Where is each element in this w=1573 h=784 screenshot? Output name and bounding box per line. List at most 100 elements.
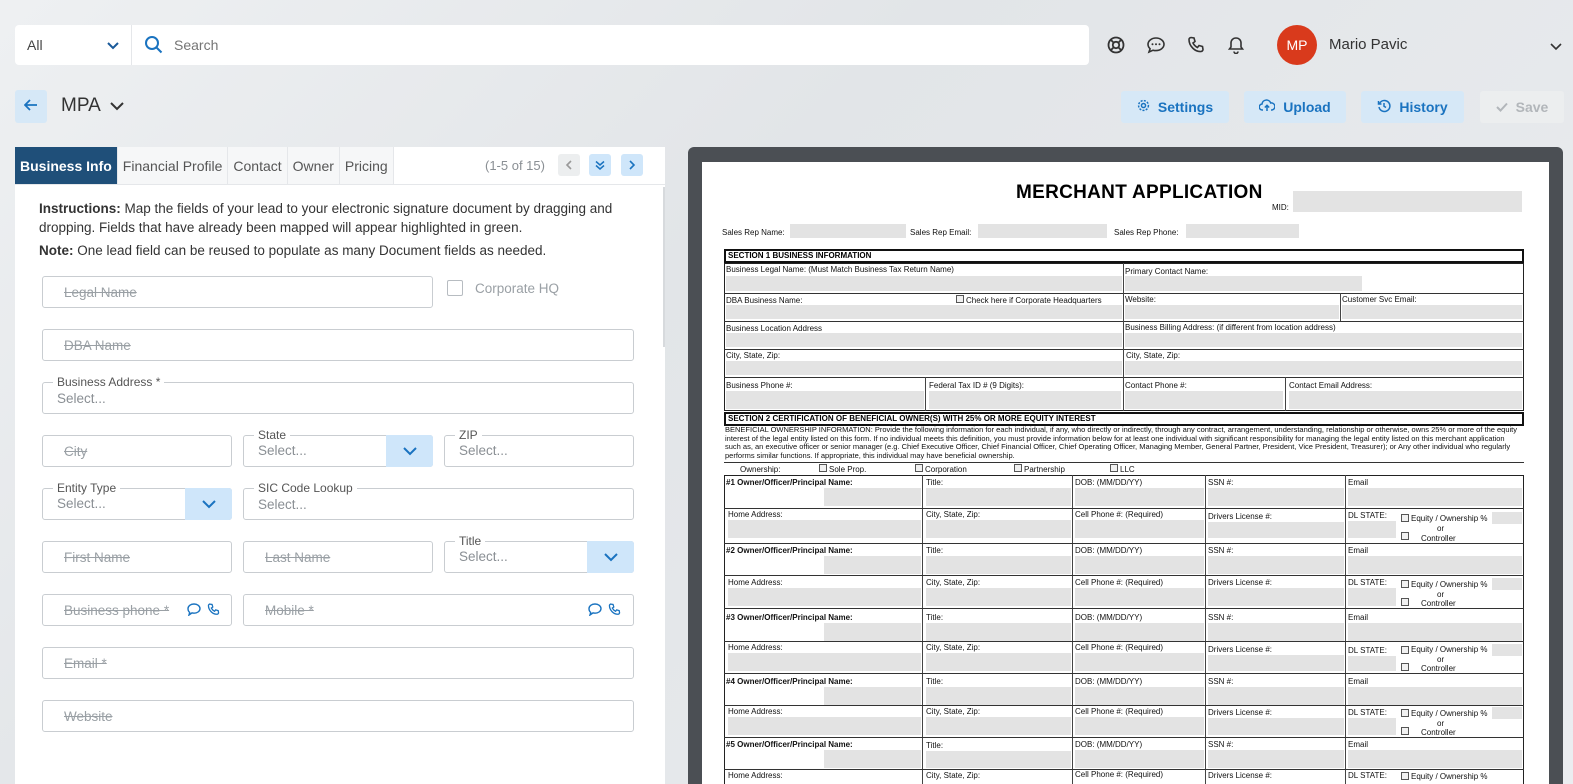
owner-4-equity-input[interactable] [1492,707,1522,719]
bell-icon[interactable] [1224,33,1248,57]
legal-name-input[interactable] [726,276,1122,291]
owner-4-title-input[interactable] [926,687,1071,705]
owner-3-city-state-zip-input[interactable] [926,653,1071,671]
owner-3-controller-checkbox[interactable] [1401,663,1409,671]
mobile-field[interactable]: Mobile * [243,594,634,626]
dba-name-field[interactable]: DBA Name [42,329,634,361]
chevron-down-icon[interactable] [185,488,232,520]
owner-2-equity-input[interactable] [1492,578,1522,590]
panel-scrollbar[interactable] [663,187,665,347]
owner-5-name-input[interactable] [824,750,921,768]
phone-icon[interactable] [207,603,220,616]
chevron-down-icon[interactable] [386,435,433,467]
partnership-checkbox[interactable] [1014,464,1022,472]
owner-3-equity-input[interactable] [1492,644,1522,656]
owner-3-drivers-license-input[interactable] [1208,655,1344,671]
website-field[interactable]: Website [42,700,634,732]
owner-5-dob-input[interactable] [1075,750,1204,768]
contact-phone-input[interactable] [1125,391,1283,409]
tab-owner[interactable]: Owner [287,147,340,184]
user-name[interactable]: Mario Pavic [1329,36,1407,53]
phone-icon[interactable] [1184,33,1208,57]
owner-2-email-input[interactable] [1348,556,1522,574]
owner-2-dob-input[interactable] [1075,556,1204,574]
owner-3-dl-state-input[interactable] [1348,656,1396,671]
owner-2-ssn-input[interactable] [1208,556,1344,574]
owner-3-dob-input[interactable] [1075,623,1204,641]
prev-tab-button[interactable] [558,154,580,176]
owner-5-equity-checkbox[interactable] [1401,772,1409,780]
chat-icon[interactable] [1144,33,1168,57]
search-input[interactable] [164,37,1089,53]
email-field[interactable]: Email * [42,647,634,679]
owner-2-cell-phone-input[interactable] [1075,588,1204,606]
owner-1-equity-checkbox[interactable] [1401,514,1409,522]
chat-icon[interactable] [588,603,602,616]
city-field[interactable]: City [42,435,232,467]
owner-4-name-input[interactable] [824,687,921,705]
owner-1-equity-input[interactable] [1492,512,1522,524]
customer-service-email-input[interactable] [1342,305,1522,319]
sole-prop-checkbox[interactable] [819,464,827,472]
owner-4-dl-state-input[interactable] [1348,718,1396,735]
owner-2-equity-checkbox[interactable] [1401,580,1409,588]
upload-button[interactable]: Upload [1244,91,1346,123]
sales-rep-name-input[interactable] [790,224,906,238]
chevron-down-icon[interactable] [587,541,634,573]
sic-code-lookup-field[interactable]: SIC Code Lookup Select... [243,482,634,520]
last-name-field[interactable]: Last Name [243,541,433,573]
owner-1-ssn-input[interactable] [1208,488,1344,506]
state-select[interactable]: State Select... [243,429,433,467]
owner-3-cell-phone-input[interactable] [1075,653,1204,671]
owner-3-home-address-input[interactable] [728,653,921,671]
business-phone-field[interactable]: Business phone * [42,594,232,626]
sales-rep-email-input[interactable] [978,224,1107,238]
chat-icon[interactable] [187,603,201,616]
owner-4-cell-phone-input[interactable] [1075,717,1204,735]
owner-4-dob-input[interactable] [1075,687,1204,705]
owner-1-dob-input[interactable] [1075,488,1204,506]
federal-tax-id-input[interactable] [929,391,1121,409]
zip-field[interactable]: ZIP Select... [444,429,634,467]
help-lifebuoy-icon[interactable] [1104,33,1128,57]
history-button[interactable]: History [1361,91,1464,123]
owner-3-email-input[interactable] [1348,623,1522,641]
owner-3-equity-checkbox[interactable] [1401,646,1409,654]
owner-1-name-input[interactable] [824,488,921,506]
first-name-field[interactable]: First Name [42,541,232,573]
owner-5-title-input[interactable] [926,751,1071,768]
tab-financial-profile[interactable]: Financial Profile [117,147,229,184]
save-button[interactable]: Save [1480,91,1564,123]
owner-4-drivers-license-input[interactable] [1208,718,1344,735]
billing-city-state-zip-input[interactable] [1125,361,1522,375]
owner-1-cell-phone-input[interactable] [1075,520,1204,538]
owner-2-drivers-license-input[interactable] [1208,588,1344,606]
owner-2-name-input[interactable] [824,556,921,574]
settings-button[interactable]: Settings [1121,91,1229,123]
owner-2-home-address-input[interactable] [728,588,921,606]
search-scope-select[interactable]: All [15,25,132,65]
owner-4-ssn-input[interactable] [1208,687,1344,705]
business-address-field[interactable]: Business Address * Select... [42,376,634,414]
user-menu-chevron-icon[interactable] [1550,38,1562,56]
owner-5-ssn-input[interactable] [1208,750,1344,768]
owner-2-city-state-zip-input[interactable] [926,588,1071,606]
tab-business-info[interactable]: Business Info [15,147,118,184]
contact-email-input[interactable] [1289,391,1522,409]
owner-1-home-address-input[interactable] [728,520,921,538]
business-phone-input[interactable] [726,391,924,409]
owner-1-dl-state-input[interactable] [1348,521,1396,538]
owner-5-email-input[interactable] [1348,750,1522,768]
corporation-checkbox[interactable] [915,464,923,472]
billing-address-input[interactable] [1125,333,1522,347]
location-address-input[interactable] [726,333,1122,347]
phone-icon[interactable] [608,603,621,616]
owner-1-title-input[interactable] [926,488,1071,506]
owner-4-city-state-zip-input[interactable] [926,717,1071,735]
owner-2-title-input[interactable] [926,556,1071,574]
sales-rep-phone-input[interactable] [1186,224,1299,238]
owner-2-controller-checkbox[interactable] [1401,598,1409,606]
corp-hq-checkbox[interactable] [956,295,964,303]
entity-type-select[interactable]: Entity Type Select... [42,482,232,520]
owner-4-equity-checkbox[interactable] [1401,709,1409,717]
